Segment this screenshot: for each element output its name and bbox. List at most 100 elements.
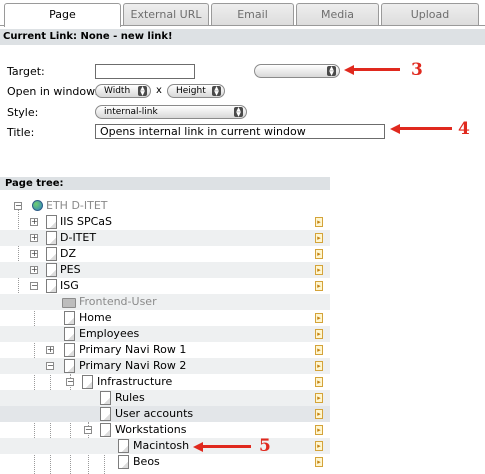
tab-page[interactable]: Page xyxy=(4,3,121,27)
tab-email[interactable]: Email xyxy=(211,3,294,26)
tree-item-label[interactable]: PES xyxy=(60,263,81,276)
tree-row[interactable]: − Infrastructure ▸ xyxy=(0,374,330,390)
select-arrows-icon: ▲ ▼ xyxy=(212,86,221,97)
collapse-icon[interactable]: − xyxy=(66,378,74,386)
expand-icon[interactable]: + xyxy=(30,218,38,226)
tree-row[interactable]: Frontend-User xyxy=(0,294,330,310)
tree-row[interactable]: + D-ITET ▸ xyxy=(0,230,330,246)
link-type-tabs: Page External URL Email Media Upload xyxy=(0,0,485,27)
expand-icon[interactable]: + xyxy=(30,234,38,242)
tree-row[interactable]: User accounts ▸ xyxy=(0,406,330,422)
page-icon xyxy=(46,279,57,293)
select-arrow-icon[interactable]: ▸ xyxy=(315,361,323,371)
callout-line-3 xyxy=(352,68,400,71)
tab-upload[interactable]: Upload xyxy=(381,3,479,26)
target-input[interactable] xyxy=(95,64,195,79)
page-icon xyxy=(46,231,57,245)
page-icon xyxy=(46,263,57,277)
tree-item-label[interactable]: Workstations xyxy=(115,423,186,436)
collapse-icon[interactable]: − xyxy=(30,282,38,290)
tree-row[interactable]: + PES ▸ xyxy=(0,262,330,278)
page-icon xyxy=(46,247,57,261)
folder-icon xyxy=(62,298,76,308)
tree-row[interactable]: − ETH D-ITET xyxy=(0,198,330,214)
select-arrow-icon[interactable]: ▸ xyxy=(315,265,323,275)
tab-external-url[interactable]: External URL xyxy=(123,3,209,26)
collapse-icon[interactable]: − xyxy=(84,426,92,434)
tree-item-label[interactable]: Rules xyxy=(115,391,145,404)
page-icon xyxy=(64,327,75,341)
current-link-status: Current Link: None - new link! xyxy=(0,29,485,45)
tree-item-label[interactable]: User accounts xyxy=(115,407,193,420)
tree-item-label[interactable]: ETH D-ITET xyxy=(46,199,108,212)
width-select[interactable]: Width ▲ ▼ xyxy=(95,84,151,98)
select-arrow-icon[interactable]: ▸ xyxy=(315,425,323,435)
tree-row[interactable]: Beos ▸ xyxy=(0,454,330,470)
select-arrow-icon[interactable]: ▸ xyxy=(315,345,323,355)
tree-row[interactable]: + Primary Navi Row 1 ▸ xyxy=(0,342,330,358)
page-icon xyxy=(118,455,129,469)
tree-row[interactable]: Rules ▸ xyxy=(0,390,330,406)
select-arrow-icon[interactable]: ▸ xyxy=(315,233,323,243)
page-icon xyxy=(100,407,111,421)
select-arrow-icon[interactable]: ▸ xyxy=(315,377,323,387)
expand-icon[interactable]: + xyxy=(30,250,38,258)
select-arrow-icon[interactable]: ▸ xyxy=(315,409,323,419)
page-tree-header: Page tree: xyxy=(0,177,330,190)
tree-row[interactable]: − ISG ▸ xyxy=(0,278,330,294)
callout-5: 5 xyxy=(259,436,271,456)
tree-row[interactable]: − Primary Navi Row 2 ▸ xyxy=(0,358,330,374)
select-arrow-icon[interactable]: ▸ xyxy=(315,329,323,339)
tree-item-label[interactable]: D-ITET xyxy=(60,231,96,244)
tree-item-label[interactable]: Beos xyxy=(133,455,160,468)
expand-icon[interactable]: + xyxy=(30,266,38,274)
tree-row[interactable]: + IIS SPCaS ▸ xyxy=(0,214,330,230)
width-select-value: Width xyxy=(104,86,131,96)
callout-line-4 xyxy=(398,127,452,130)
style-select[interactable]: internal-link ▲ ▼ xyxy=(95,105,247,119)
title-input[interactable]: Opens internal link in current window xyxy=(95,124,385,139)
select-arrows-icon: ▲ ▼ xyxy=(327,66,336,77)
tree-item-label[interactable]: Infrastructure xyxy=(97,375,172,388)
callout-line-5 xyxy=(201,445,251,448)
tree-item-label[interactable]: IIS SPCaS xyxy=(60,215,112,228)
tree-row[interactable]: + DZ ▸ xyxy=(0,246,330,262)
open-in-window-label: Open in window: xyxy=(7,85,99,98)
select-arrow-icon[interactable]: ▸ xyxy=(315,313,323,323)
page-icon xyxy=(64,343,75,357)
page-icon xyxy=(82,375,93,389)
collapse-icon[interactable]: − xyxy=(46,362,54,370)
select-arrow-icon[interactable]: ▸ xyxy=(315,249,323,259)
select-arrows-icon: ▲ ▼ xyxy=(138,86,147,97)
select-arrow-icon[interactable]: ▸ xyxy=(315,281,323,291)
tab-media[interactable]: Media xyxy=(296,3,379,26)
collapse-icon[interactable]: − xyxy=(14,202,22,210)
height-select-value: Height xyxy=(176,86,206,96)
select-arrow-icon[interactable]: ▸ xyxy=(315,393,323,403)
tree-item-label[interactable]: Employees xyxy=(79,327,139,340)
tree-item-label[interactable]: Macintosh xyxy=(133,439,189,452)
select-arrow-icon[interactable]: ▸ xyxy=(315,217,323,227)
callout-4: 4 xyxy=(458,119,470,139)
tree-item-label[interactable]: Primary Navi Row 1 xyxy=(79,343,186,356)
title-label: Title: xyxy=(7,126,35,139)
tree-row[interactable]: − Workstations ▸ xyxy=(0,422,330,438)
height-select[interactable]: Height ▲ ▼ xyxy=(167,84,225,98)
select-arrow-icon[interactable]: ▸ xyxy=(315,441,323,451)
tree-item-label[interactable]: Frontend-User xyxy=(79,295,157,308)
tree-item-label[interactable]: Primary Navi Row 2 xyxy=(79,359,186,372)
tree-item-label[interactable]: Home xyxy=(79,311,111,324)
dimension-separator: x xyxy=(156,85,162,96)
target-select[interactable]: ▲ ▼ xyxy=(254,64,340,78)
page-icon xyxy=(100,391,111,405)
tree-row[interactable]: Employees ▸ xyxy=(0,326,330,342)
callout-3: 3 xyxy=(411,60,423,80)
tree-row[interactable]: Home ▸ xyxy=(0,310,330,326)
tree-item-label[interactable]: DZ xyxy=(60,247,76,260)
tree-item-label[interactable]: ISG xyxy=(60,279,79,292)
target-label: Target: xyxy=(7,65,45,78)
tree-row[interactable]: Macintosh ▸ xyxy=(0,438,330,454)
expand-icon[interactable]: + xyxy=(46,346,54,354)
select-arrow-icon[interactable]: ▸ xyxy=(315,457,323,467)
style-select-value: internal-link xyxy=(104,107,158,117)
